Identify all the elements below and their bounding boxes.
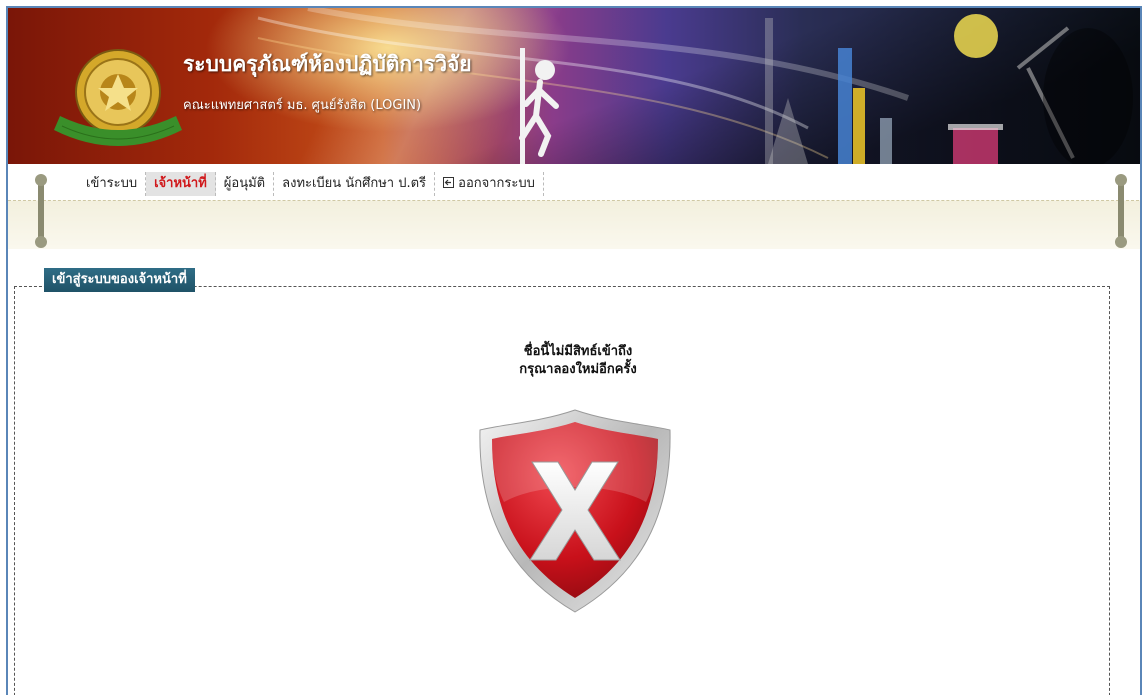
panel-tab-title: เข้าสู่ระบบของเจ้าหน้าที่ xyxy=(44,268,195,292)
site-subtitle: คณะแพทยศาสตร์ มธ. ศูนย์รังสิต (LOGIN) xyxy=(183,98,422,113)
university-logo xyxy=(54,49,182,146)
nav-item-register-student[interactable]: ลงทะเบียน นักศึกษา ป.ตรี xyxy=(274,172,436,196)
page-frame: ระบบครุภัณฑ์ห้องปฏิบัติการวิจัย คณะแพทยศ… xyxy=(6,6,1142,695)
nav-item-label: เจ้าหน้าที่ xyxy=(154,176,207,191)
nav-strip xyxy=(8,200,1140,249)
nav-item-label: ลงทะเบียน นักศึกษา ป.ตรี xyxy=(282,176,427,191)
site-title: ระบบครุภัณฑ์ห้องปฏิบัติการวิจัย xyxy=(183,52,472,76)
error-message-line2: กรุณาลองใหม่อีกครั้ง xyxy=(519,362,637,377)
nav-item-logout[interactable]: ออกจากระบบ xyxy=(435,172,544,196)
header-banner: ระบบครุภัณฑ์ห้องปฏิบัติการวิจัย คณะแพทยศ… xyxy=(8,8,1140,164)
logout-icon xyxy=(443,177,455,188)
scroll-pole-left-icon xyxy=(35,174,47,248)
nav-item-approver[interactable]: ผู้อนุมัติ xyxy=(216,172,275,196)
nav-item-label: ออกจากระบบ xyxy=(458,176,535,191)
main-nav: เข้าระบบ เจ้าหน้าที่ ผู้อนุมัติ ลงทะเบีย… xyxy=(8,164,1140,249)
nav-item-label: ผู้อนุมัติ xyxy=(223,176,266,191)
nav-item-login[interactable]: เข้าระบบ xyxy=(78,172,147,196)
error-shield-icon xyxy=(479,409,671,613)
nav-menu: เข้าระบบ เจ้าหน้าที่ ผู้อนุมัติ ลงทะเบีย… xyxy=(78,172,544,200)
scroll-pole-right-icon xyxy=(1115,174,1127,248)
nav-item-staff[interactable]: เจ้าหน้าที่ xyxy=(146,172,216,196)
nav-item-label: เข้าระบบ xyxy=(86,176,138,191)
